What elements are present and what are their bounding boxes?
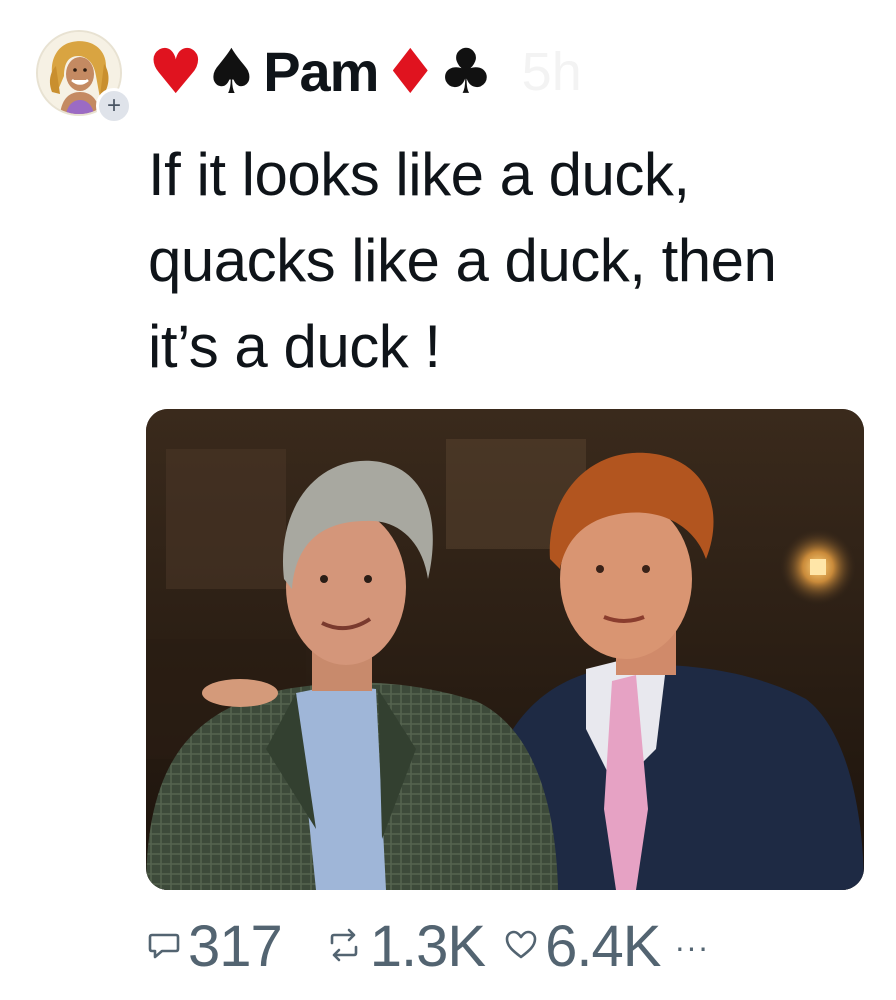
heart-icon [503, 927, 539, 968]
post-text-line: quacks like a duck, then [148, 227, 777, 294]
action-bar: 317 1.3K 6.4K ··· [146, 912, 709, 982]
repost-button[interactable]: 1.3K [324, 912, 486, 982]
post-card[interactable]: + ♥ ♠ Pam ♦ ♣ 5h If it looks like a duck… [0, 0, 896, 1000]
repost-count: 1.3K [369, 914, 486, 979]
reply-button[interactable]: 317 [146, 912, 283, 982]
post-text-line: If it looks like a duck, [148, 141, 690, 208]
post-media-image[interactable] [146, 409, 864, 890]
avatar-container[interactable]: + [36, 30, 132, 124]
more-options-icon[interactable]: ··· [674, 912, 709, 982]
author-name[interactable]: Pam [259, 36, 382, 108]
reply-count: 317 [188, 914, 283, 979]
photo-two-men-icon [146, 409, 864, 890]
diamond-suit-icon: ♦ [382, 35, 439, 108]
heart-suit-icon: ♥ [148, 35, 204, 108]
post-header: ♥ ♠ Pam ♦ ♣ 5h [148, 36, 582, 108]
post-timestamp[interactable]: 5h [522, 36, 582, 108]
post-text-line: it’s a duck ! [148, 313, 441, 380]
reply-icon [146, 927, 182, 968]
club-suit-icon: ♣ [438, 35, 494, 108]
repost-icon [324, 927, 364, 968]
follow-add-button[interactable]: + [96, 88, 132, 124]
like-button[interactable]: 6.4K [503, 912, 661, 982]
post-text: If it looks like a duck, quacks like a d… [148, 132, 868, 390]
like-count: 6.4K [545, 914, 661, 979]
spade-suit-icon: ♠ [203, 35, 260, 108]
